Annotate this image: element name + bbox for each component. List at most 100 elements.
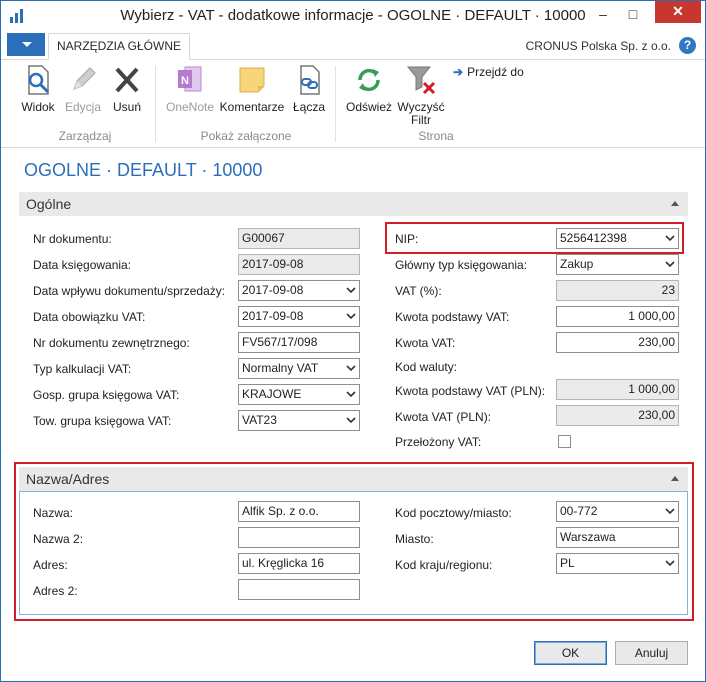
view-button[interactable]: Widok bbox=[18, 63, 58, 114]
ribbon-separator bbox=[155, 66, 156, 142]
vat-pct-label: VAT (%): bbox=[395, 284, 442, 298]
ribbon-separator bbox=[335, 66, 336, 142]
chevron-down-icon bbox=[346, 313, 356, 320]
bus-group-label: Gosp. grupa księgowa VAT: bbox=[33, 388, 180, 402]
city-field[interactable]: Warszawa bbox=[556, 527, 679, 548]
post-code-label: Kod pocztowy/miasto: bbox=[395, 506, 512, 520]
vat-amount-field[interactable]: 230,00 bbox=[556, 332, 679, 353]
postponed-vat-checkbox[interactable] bbox=[558, 435, 571, 448]
address-label: Adres: bbox=[33, 558, 68, 572]
links-button[interactable]: Łącza bbox=[290, 63, 328, 114]
minimize-button[interactable]: – bbox=[589, 3, 617, 25]
close-button[interactable]: ✕ bbox=[655, 1, 701, 23]
clear-filter-icon bbox=[406, 66, 436, 95]
name-label: Nazwa: bbox=[33, 506, 74, 520]
country-select[interactable]: PL bbox=[556, 553, 679, 574]
help-icon[interactable]: ? bbox=[679, 37, 696, 54]
page-title: OGOLNE · DEFAULT · 10000 bbox=[24, 160, 263, 180]
onenote-button[interactable]: N OneNote bbox=[163, 63, 217, 114]
gen-type-value: Zakup bbox=[560, 257, 594, 271]
posting-date-label: Data księgowania: bbox=[33, 258, 132, 272]
cancel-button[interactable]: Anuluj bbox=[615, 641, 688, 665]
group-manage-label: Zarządzaj bbox=[58, 129, 112, 143]
maximize-button[interactable]: □ bbox=[619, 3, 647, 25]
vat-amount-pln-field: 230,00 bbox=[556, 405, 679, 426]
ext-doc-label: Nr dokumentu zewnętrznego: bbox=[33, 336, 190, 350]
delete-label: Usuń bbox=[112, 100, 141, 114]
ribbon-tab-bar: NARZĘDZIA GŁÓWNE CRONUS Polska Sp. z o.o… bbox=[1, 32, 705, 60]
onenote-icon: N bbox=[178, 66, 202, 92]
section-address-title: Nazwa/Adres bbox=[26, 471, 110, 487]
clear-filter-button[interactable]: Wyczyść Filtr bbox=[395, 63, 447, 127]
pencil-icon bbox=[72, 67, 96, 91]
vat-base-field[interactable]: 1 000,00 bbox=[556, 306, 679, 327]
bus-group-select[interactable]: KRAJOWE bbox=[238, 384, 360, 405]
country-label: Kod kraju/regionu: bbox=[395, 558, 493, 572]
link-icon bbox=[300, 65, 320, 95]
vat-date-label: Data obowiązku VAT: bbox=[33, 310, 146, 324]
name-field[interactable]: Alfik Sp. z o.o. bbox=[238, 501, 360, 522]
ext-doc-field[interactable]: FV567/17/098 bbox=[238, 332, 360, 353]
chevron-down-icon bbox=[665, 261, 675, 268]
chevron-down-icon bbox=[665, 560, 675, 567]
name2-label: Nazwa 2: bbox=[33, 532, 84, 546]
section-address-header[interactable]: Nazwa/Adres bbox=[19, 467, 688, 491]
calc-type-select[interactable]: Normalny VAT bbox=[238, 358, 360, 379]
refresh-button[interactable]: Odśwież bbox=[344, 63, 394, 114]
vat-date-field[interactable]: 2017-09-08 bbox=[238, 306, 360, 327]
refresh-icon bbox=[358, 68, 380, 92]
post-code-value: 00-772 bbox=[560, 504, 598, 518]
receipt-date-value: 2017-09-08 bbox=[242, 283, 304, 297]
calc-type-label: Typ kalkulacji VAT: bbox=[33, 362, 132, 376]
chevron-down-icon bbox=[346, 287, 356, 294]
group-page-label: Strona bbox=[418, 129, 454, 143]
title-bar: Wybierz - VAT - dodatkowe informacje - O… bbox=[1, 1, 705, 32]
prod-group-label: Tow. grupa księgowa VAT: bbox=[33, 414, 172, 428]
links-label: Łącza bbox=[292, 100, 326, 114]
delete-button[interactable]: Usuń bbox=[107, 63, 147, 114]
posting-date-field: 2017-09-08 bbox=[238, 254, 360, 275]
collapse-icon bbox=[671, 201, 679, 206]
view-label: Widok bbox=[21, 100, 55, 114]
edit-button[interactable]: Edycja bbox=[63, 63, 103, 114]
chevron-down-icon bbox=[665, 508, 675, 515]
section-general-header[interactable]: Ogólne bbox=[19, 192, 688, 216]
nip-select[interactable]: 5256412398 bbox=[556, 228, 679, 249]
arrow-right-icon: ➔ bbox=[453, 65, 464, 79]
goto-label: Przejdź do bbox=[467, 65, 524, 79]
clear-filter-label-1: Wyczyść bbox=[397, 100, 445, 114]
prod-group-select[interactable]: VAT23 bbox=[238, 410, 360, 431]
receipt-date-label: Data wpływu dokumentu/sprzedaży: bbox=[33, 284, 226, 298]
name2-field[interactable] bbox=[238, 527, 360, 548]
section-general-title: Ogólne bbox=[26, 196, 72, 212]
postponed-vat-label: Przełożony VAT: bbox=[395, 435, 482, 449]
goto-button[interactable]: ➔ Przejdź do bbox=[453, 65, 524, 79]
vat-pct-field: 23 bbox=[556, 280, 679, 301]
ok-button[interactable]: OK bbox=[534, 641, 607, 665]
tab-home[interactable]: NARZĘDZIA GŁÓWNE bbox=[48, 33, 191, 60]
chevron-down-icon bbox=[346, 391, 356, 398]
gen-type-select[interactable]: Zakup bbox=[556, 254, 679, 275]
address-field[interactable]: ul. Kręglicka 16 bbox=[238, 553, 360, 574]
edit-label: Edycja bbox=[64, 100, 102, 114]
calc-type-value: Normalny VAT bbox=[242, 361, 319, 375]
collapse-icon bbox=[671, 476, 679, 481]
chevron-down-icon bbox=[346, 417, 356, 424]
receipt-date-field[interactable]: 2017-09-08 bbox=[238, 280, 360, 301]
prod-group-value: VAT23 bbox=[242, 413, 277, 427]
comments-button[interactable]: Komentarze bbox=[219, 63, 285, 114]
post-code-select[interactable]: 00-772 bbox=[556, 501, 679, 522]
vat-amount-pln-label: Kwota VAT (PLN): bbox=[395, 410, 492, 424]
app-menu-button[interactable] bbox=[7, 33, 45, 56]
gen-type-label: Główny typ księgowania: bbox=[395, 258, 528, 272]
doc-no-field: G00067 bbox=[238, 228, 360, 249]
address2-field[interactable] bbox=[238, 579, 360, 600]
chevron-down-icon bbox=[665, 235, 675, 242]
company-name: CRONUS Polska Sp. z o.o. bbox=[525, 39, 671, 53]
nip-value: 5256412398 bbox=[560, 231, 627, 245]
city-label: Miasto: bbox=[395, 532, 434, 546]
ribbon: Widok Edycja Usuń Zarządzaj N OneNote Ko… bbox=[1, 60, 705, 148]
comments-label: Komentarze bbox=[219, 100, 285, 114]
vat-date-value: 2017-09-08 bbox=[242, 309, 304, 323]
svg-text:N: N bbox=[181, 75, 189, 87]
